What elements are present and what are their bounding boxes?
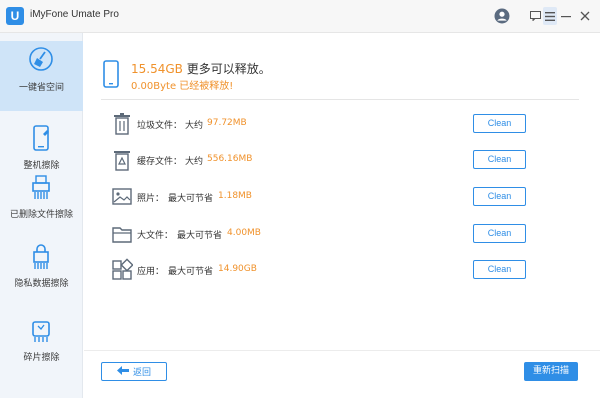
trash-icon [111,112,133,136]
item-size-caption: 最大可节省 [177,231,223,241]
item-size-value: 14.90GB [218,264,257,274]
summary-caption: 更多可以释放。 [182,62,271,76]
sidebar-item-label: 隐私数据擦除 [14,279,69,289]
item-size-value: 556.16MB [207,154,253,164]
list-item: 大文件： 最大可节省 4.00MB Clean [101,219,581,249]
phone-erase-icon [29,124,53,154]
app-logo: U [6,7,24,25]
clean-button[interactable]: Clean [473,260,526,279]
freed-amount: 0.00Byte [131,81,177,92]
item-name: 缓存文件： [137,157,183,167]
item-name: 应用： [137,267,165,277]
broom-icon [29,46,53,76]
phone-icon [101,60,121,88]
item-name: 照片： [137,194,165,204]
clean-button[interactable]: Clean [473,114,526,133]
sidebar-item-space-saver[interactable]: 一键省空间 [0,41,83,111]
photo-icon [111,185,133,209]
sidebar-item-label: 一键省空间 [18,83,64,93]
summary-amount: 15.54GB [131,62,183,76]
folder-icon [111,222,133,246]
list-item: 照片： 最大可节省 1.18MB Clean [101,182,581,212]
item-size-caption: 最大可节省 [168,267,214,277]
sidebar-item-label: 碎片擦除 [23,353,60,363]
clean-button[interactable]: Clean [473,224,526,243]
clean-button[interactable]: Clean [473,150,526,169]
close-icon[interactable] [578,7,592,25]
feedback-icon[interactable] [528,7,542,25]
item-size-value: 4.00MB [227,228,261,238]
list-item: 缓存文件： 大约 556.16MB Clean [101,145,581,175]
item-size-caption: 最大可节省 [168,194,214,204]
item-size-caption: 大约 [185,121,204,131]
list-item: 垃圾文件： 大约 97.72MB Clean [101,109,581,139]
item-name: 垃圾文件： [137,121,183,131]
summary-freed: 0.00Byte 已经被释放! [131,77,233,92]
divider [101,99,579,100]
privacy-icon [29,242,53,272]
clean-button[interactable]: Clean [473,187,526,206]
sidebar-item-deleted-files[interactable]: 已删除文件擦除 [0,168,83,238]
sidebar-item-private-data[interactable]: 隐私数据擦除 [0,237,83,307]
sidebar: 一键省空间 整机擦除 已删除文件擦除 隐私数据擦除 碎片擦除 [0,33,83,398]
user-icon[interactable] [493,7,511,25]
back-label: 返回 [132,368,151,378]
apps-icon [111,258,134,282]
item-size-value: 1.18MB [218,191,252,201]
back-button[interactable]: 返回 [101,362,167,381]
shredder-icon [29,173,53,203]
item-size-caption: 大约 [185,157,204,167]
rescan-button[interactable]: 重新扫描 [524,362,578,381]
sidebar-item-fragments[interactable]: 碎片擦除 [0,311,83,381]
cache-icon [111,148,133,172]
item-name: 大文件： [137,231,174,241]
menu-icon[interactable] [543,7,557,25]
back-arrow-icon [116,365,129,378]
app-title: iMyFone Umate Pro [30,9,119,20]
title-bar: U iMyFone Umate Pro [0,0,600,33]
fragment-icon [29,316,53,346]
list-item: 应用： 最大可节省 14.90GB Clean [101,255,581,285]
footer-divider [84,350,600,351]
freed-caption: 已经被释放! [176,81,234,92]
summary-text: 15.54GB 更多可以释放。 [131,60,271,77]
item-size-value: 97.72MB [207,118,247,128]
minimize-icon[interactable] [559,7,573,25]
sidebar-item-label: 已删除文件擦除 [9,210,73,220]
